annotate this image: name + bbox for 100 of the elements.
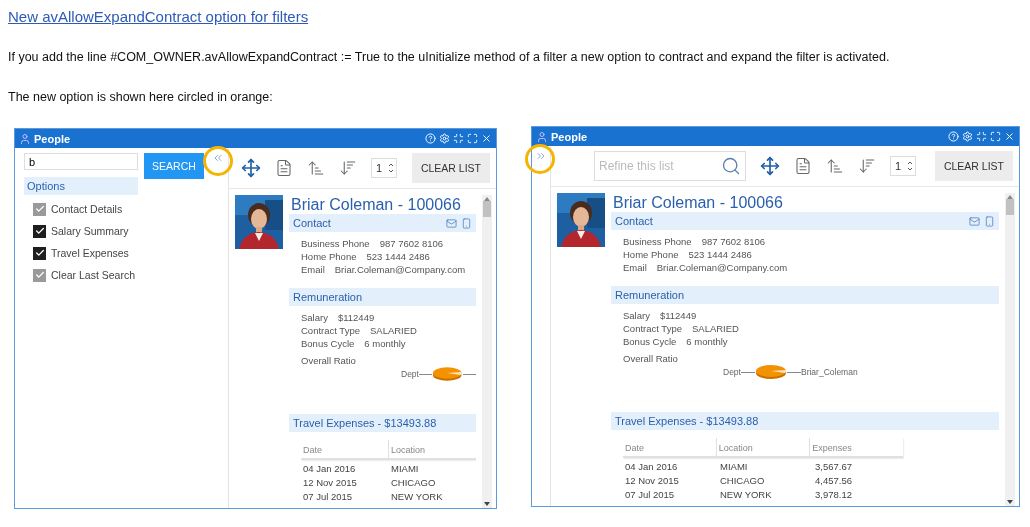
field-label: Contract Type (301, 325, 360, 337)
table-cell-text: 12 Nov 2015 (302, 476, 358, 488)
field-label: Business Phone (301, 238, 370, 250)
sort-descending-icon[interactable] (339, 159, 357, 177)
collapse-button[interactable] (212, 152, 224, 164)
column-header[interactable]: Expenses (809, 438, 903, 456)
search-icon (721, 156, 741, 176)
option-label: Travel Expenses (51, 247, 129, 259)
record-title: Briar Coleman - 100066 (291, 196, 462, 214)
option-label: Clear Last Search (51, 269, 136, 281)
section-header: Remuneration (289, 288, 476, 306)
table-cell-text: MIAMI (390, 462, 420, 474)
move-icon[interactable] (760, 156, 780, 176)
close-icon[interactable] (481, 133, 492, 144)
user-icon (19, 132, 31, 145)
field-label: Home Phone (623, 249, 679, 261)
phone-icon[interactable] (461, 217, 472, 229)
expand-button[interactable] (535, 150, 547, 162)
paragraph: The new option is shown here circled in orange: (8, 90, 274, 104)
settings-icon[interactable] (962, 131, 973, 142)
field-value: 987 7602 8106 (701, 236, 766, 248)
search-field[interactable]: b (24, 153, 138, 170)
mail-icon[interactable] (969, 215, 980, 227)
field-value: 6 monthly (686, 336, 728, 348)
settings-icon[interactable] (439, 133, 450, 144)
pie-label: Briar_Coleman (800, 367, 858, 377)
clear-list-button[interactable]: CLEAR LIST (411, 153, 490, 183)
table-cell-text: 3,978.12 (814, 488, 853, 500)
column-header[interactable]: Date (623, 438, 716, 456)
clear-list-button[interactable]: CLEAR LIST (934, 151, 1013, 181)
search-field[interactable]: Refine this list (594, 151, 746, 181)
section-header: Contact (611, 212, 999, 230)
sort-descending-icon[interactable] (858, 157, 876, 175)
leader-line (462, 373, 476, 375)
scroll-down-icon[interactable] (484, 502, 490, 506)
column-header[interactable]: Date (301, 440, 388, 458)
column-header[interactable]: Location (388, 440, 476, 458)
table-cell-text: MIAMI (719, 460, 749, 472)
expand-icon[interactable] (990, 131, 1001, 142)
page-spinner[interactable]: 1 (371, 158, 397, 178)
table-cell-text: 12 Nov 2015 (624, 474, 680, 486)
heading-link[interactable]: New avAllowExpandContract option for filters (8, 8, 309, 25)
field-value: Briar.Coleman@Company.com (334, 264, 466, 276)
checkbox[interactable] (33, 224, 46, 238)
field-label: Home Phone (301, 251, 357, 263)
table-cell-text: NEW YORK (719, 488, 773, 500)
mail-icon[interactable] (446, 217, 457, 229)
sort-ascending-icon[interactable] (307, 159, 325, 177)
ratio-label: Overall Ratio (301, 355, 357, 366)
field-value: $112449 (337, 312, 375, 324)
paragraph: If you add the line #COM_OWNER.avAllowExpandContract := True to the uInitialize method of a filter a new option to contract and expand the filter is activated. (8, 50, 891, 64)
checkbox[interactable] (33, 246, 46, 260)
options-header[interactable]: Options (24, 177, 138, 195)
option-label: Contact Details (51, 203, 123, 215)
scrollbar[interactable] (1005, 193, 1015, 506)
window-title: People (551, 130, 589, 143)
user-icon (536, 130, 548, 143)
section-header: Remuneration (611, 286, 999, 304)
option-label: Salary Summary (51, 225, 129, 237)
field-value: 523 1444 2486 (366, 251, 430, 263)
scroll-thumb[interactable] (483, 201, 491, 217)
page-spinner[interactable]: 1 (890, 156, 916, 176)
field-value: SALARIED (369, 325, 417, 337)
section-header: Contact (289, 214, 476, 232)
phone-icon[interactable] (984, 215, 995, 227)
leader-line (786, 371, 801, 373)
field-label: Business Phone (623, 236, 692, 248)
scrollbar[interactable] (482, 195, 492, 508)
field-value: SALARIED (691, 323, 739, 335)
table-cell-text: 04 Jan 2016 (302, 462, 357, 474)
sort-ascending-icon[interactable] (826, 157, 844, 175)
search-button[interactable]: SEARCH (144, 153, 204, 179)
spinner-arrows-icon[interactable] (907, 160, 913, 172)
column-header[interactable]: Location (715, 438, 810, 456)
list-icon[interactable] (794, 157, 812, 175)
table-cell-text: 07 Jul 2015 (302, 490, 354, 502)
table-cell-text: 07 Jul 2015 (624, 488, 676, 500)
scroll-thumb[interactable] (1006, 199, 1014, 215)
table-cell-text: 3,567.67 (814, 460, 853, 472)
help-icon[interactable] (425, 133, 436, 144)
field-label: Salary (623, 310, 650, 322)
compress-icon[interactable] (453, 133, 464, 144)
close-icon[interactable] (1004, 131, 1015, 142)
list-icon[interactable] (275, 159, 293, 177)
scroll-down-icon[interactable] (1007, 500, 1013, 504)
field-label: Email (301, 264, 325, 276)
field-value: 6 monthly (364, 338, 406, 350)
leader-line (418, 373, 433, 375)
move-icon[interactable] (241, 158, 261, 178)
section-header: Travel Expenses - $13493.88 (289, 414, 476, 432)
pie-label: Dept (401, 369, 419, 379)
spinner-arrows-icon[interactable] (388, 162, 394, 174)
help-icon[interactable] (948, 131, 959, 142)
field-label: Bonus Cycle (623, 336, 677, 348)
table-cell-text: CHICAGO (390, 476, 437, 488)
field-value: 987 7602 8106 (379, 238, 444, 250)
expand-icon[interactable] (467, 133, 478, 144)
compress-icon[interactable] (976, 131, 987, 142)
field-label: Salary (301, 312, 328, 324)
table-cell-text: CHICAGO (719, 474, 766, 486)
